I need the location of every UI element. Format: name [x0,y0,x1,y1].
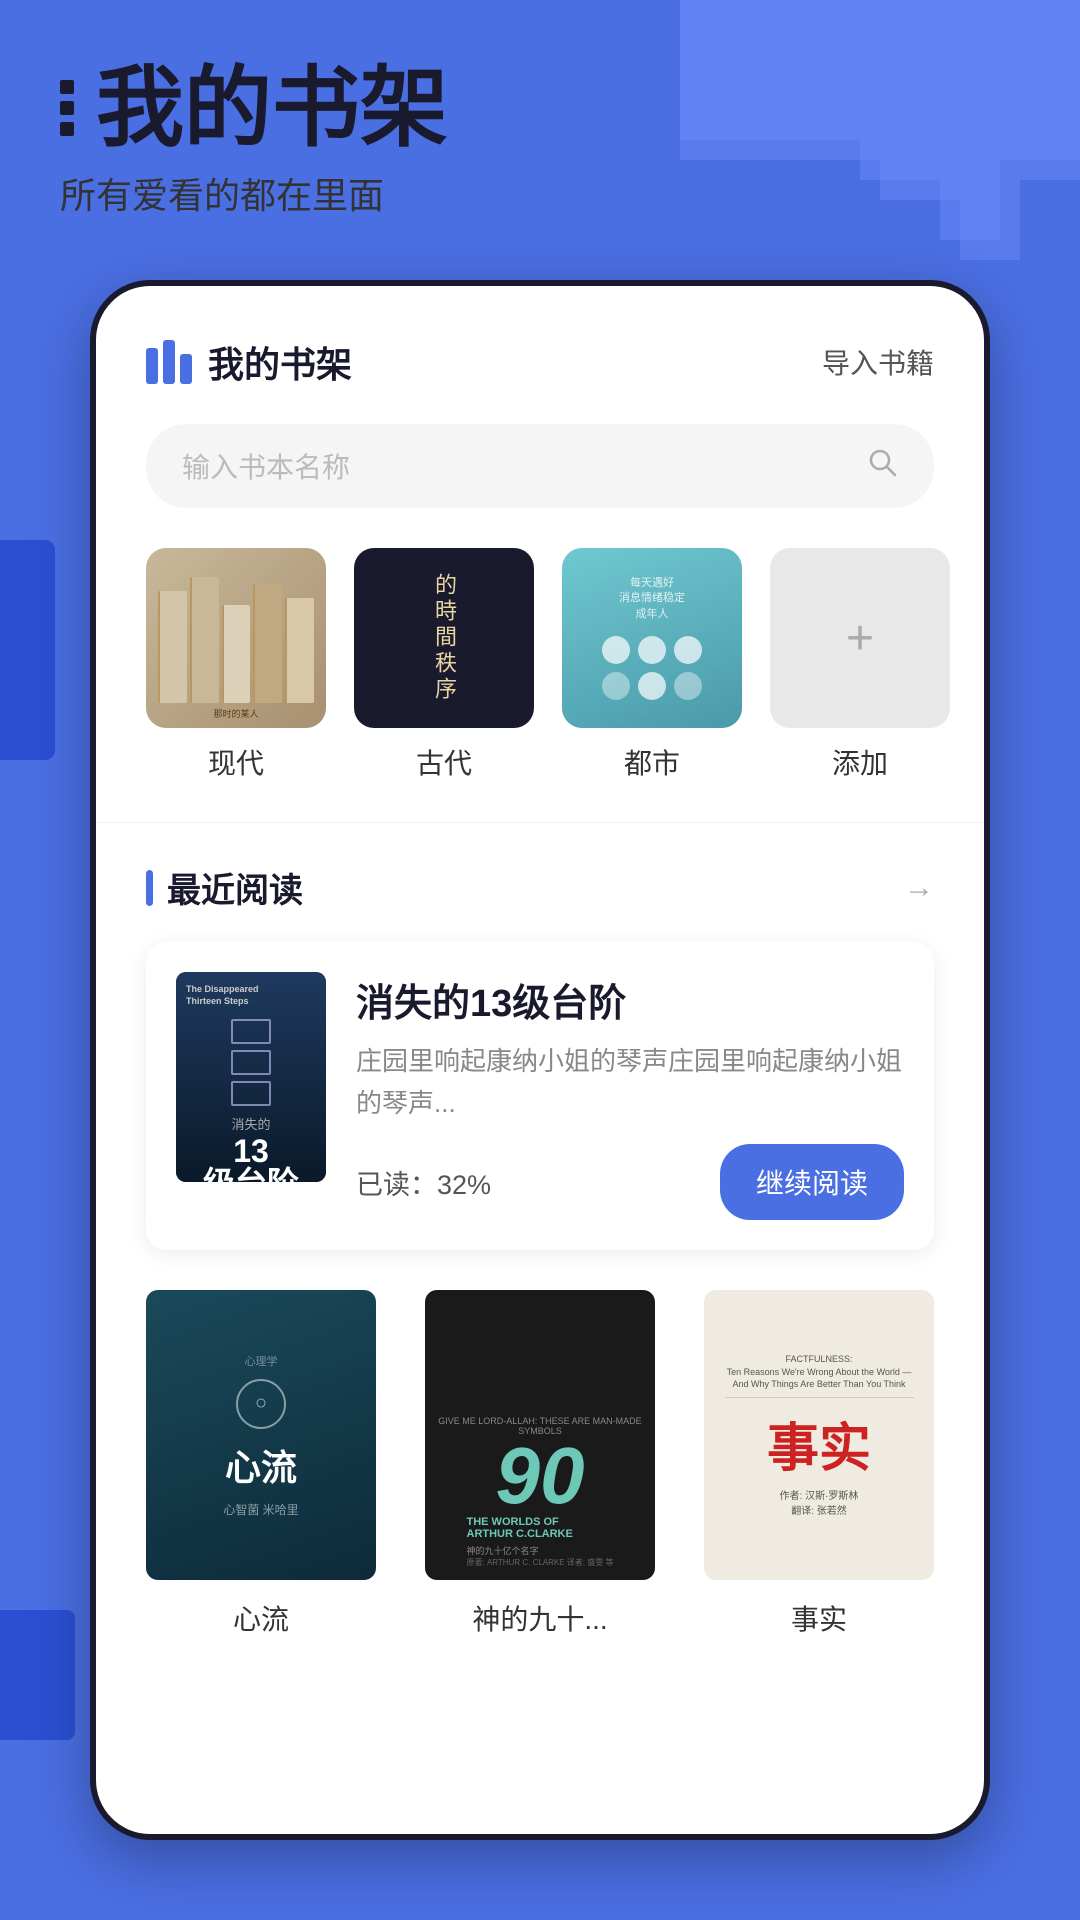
phone-topbar: 我的书架 导入书籍 [146,336,934,388]
disappeared-diamonds [186,1019,316,1106]
book-cover-factfulness: FACTFULNESS:Ten Reasons We're Wrong Abou… [704,1290,934,1580]
featured-book-footer: 已读：32% 继续阅读 [356,1144,904,1220]
page-title: 我的书架 [96,60,448,157]
continue-reading-button[interactable]: 继续阅读 [720,1144,904,1220]
featured-book-title: 消失的13级台阶 [356,972,904,1027]
section-divider [96,822,984,823]
category-ancient[interactable]: 的時間秩序 古代 [354,548,534,782]
category-modern[interactable]: 那时的某人 现代 [146,548,326,782]
category-urban[interactable]: 每天遇好消息情绪稳定成年人 都市 [562,548,742,782]
book-item-arthur[interactable]: GIVE ME LORD-ALLAH: THESE ARE MAN-MADE S… [425,1290,655,1638]
search-placeholder: 输入书本名称 [182,446,350,486]
topbar-left: 我的书架 [146,336,352,388]
category-ancient-label: 古代 [416,742,472,782]
book-label-xinliu: 心流 [233,1598,289,1638]
book-item-factfulness[interactable]: FACTFULNESS:Ten Reasons We're Wrong Abou… [704,1290,934,1638]
ancient-cover-text: 的時間秩序 [433,573,455,703]
book-cover-xinliu: 心理学 心流 心智菌 米哈里 [146,1290,376,1580]
recent-section-header: 最近阅读 → [146,863,934,912]
featured-book-cover: The DisappearedThirteen Steps 消失的 13级台阶 … [176,972,326,1182]
search-bar[interactable]: 输入书本名称 [146,424,934,508]
add-icon: + [846,611,874,666]
more-arrow-icon[interactable]: → [904,871,934,905]
bookshelf-icon [146,340,192,384]
category-add[interactable]: + 添加 [770,548,950,782]
book-cover-arthur: GIVE ME LORD-ALLAH: THESE ARE MAN-MADE S… [425,1290,655,1580]
import-button[interactable]: 导入书籍 [822,342,934,382]
category-add-label: 添加 [832,742,888,782]
progress-value: 32% [437,1170,491,1200]
category-urban-label: 都市 [624,742,680,782]
disappeared-en-title: The DisappearedThirteen Steps [186,984,316,1007]
page-header: 我的书架 所有爱看的都在里面 [60,60,448,219]
recent-section-title: 最近阅读 [167,863,303,912]
featured-book-card: The DisappearedThirteen Steps 消失的 13级台阶 … [146,942,934,1250]
featured-book-desc: 庄园里响起康纳小姐的琴声庄园里响起康纳小姐的琴声... [356,1041,904,1124]
book-label-factfulness: 事实 [791,1598,847,1638]
categories-row: 那时的某人 现代 的時間秩序 古代 每天遇好消息情绪稳定成年人 [146,548,934,782]
phone-frame: 我的书架 导入书籍 输入书本名称 [90,280,990,1840]
page-subtitle: 所有爱看的都在里面 [60,167,448,219]
search-icon [866,446,898,486]
progress-label: 已读： [356,1170,437,1200]
category-modern-label: 现代 [208,742,264,782]
book-label-arthur: 神的九十... [472,1598,607,1638]
books-grid: 心理学 心流 心智菌 米哈里 心流 GIVE ME LORD-ALLAH: TH… [146,1290,934,1638]
progress-text: 已读：32% [356,1163,491,1202]
book-item-xinliu[interactable]: 心理学 心流 心智菌 米哈里 心流 [146,1290,376,1638]
topbar-title: 我的书架 [208,336,352,388]
section-bar [146,870,153,906]
featured-book-info: 消失的13级台阶 庄园里响起康纳小姐的琴声庄园里响起康纳小姐的琴声... 已读：… [356,972,904,1220]
